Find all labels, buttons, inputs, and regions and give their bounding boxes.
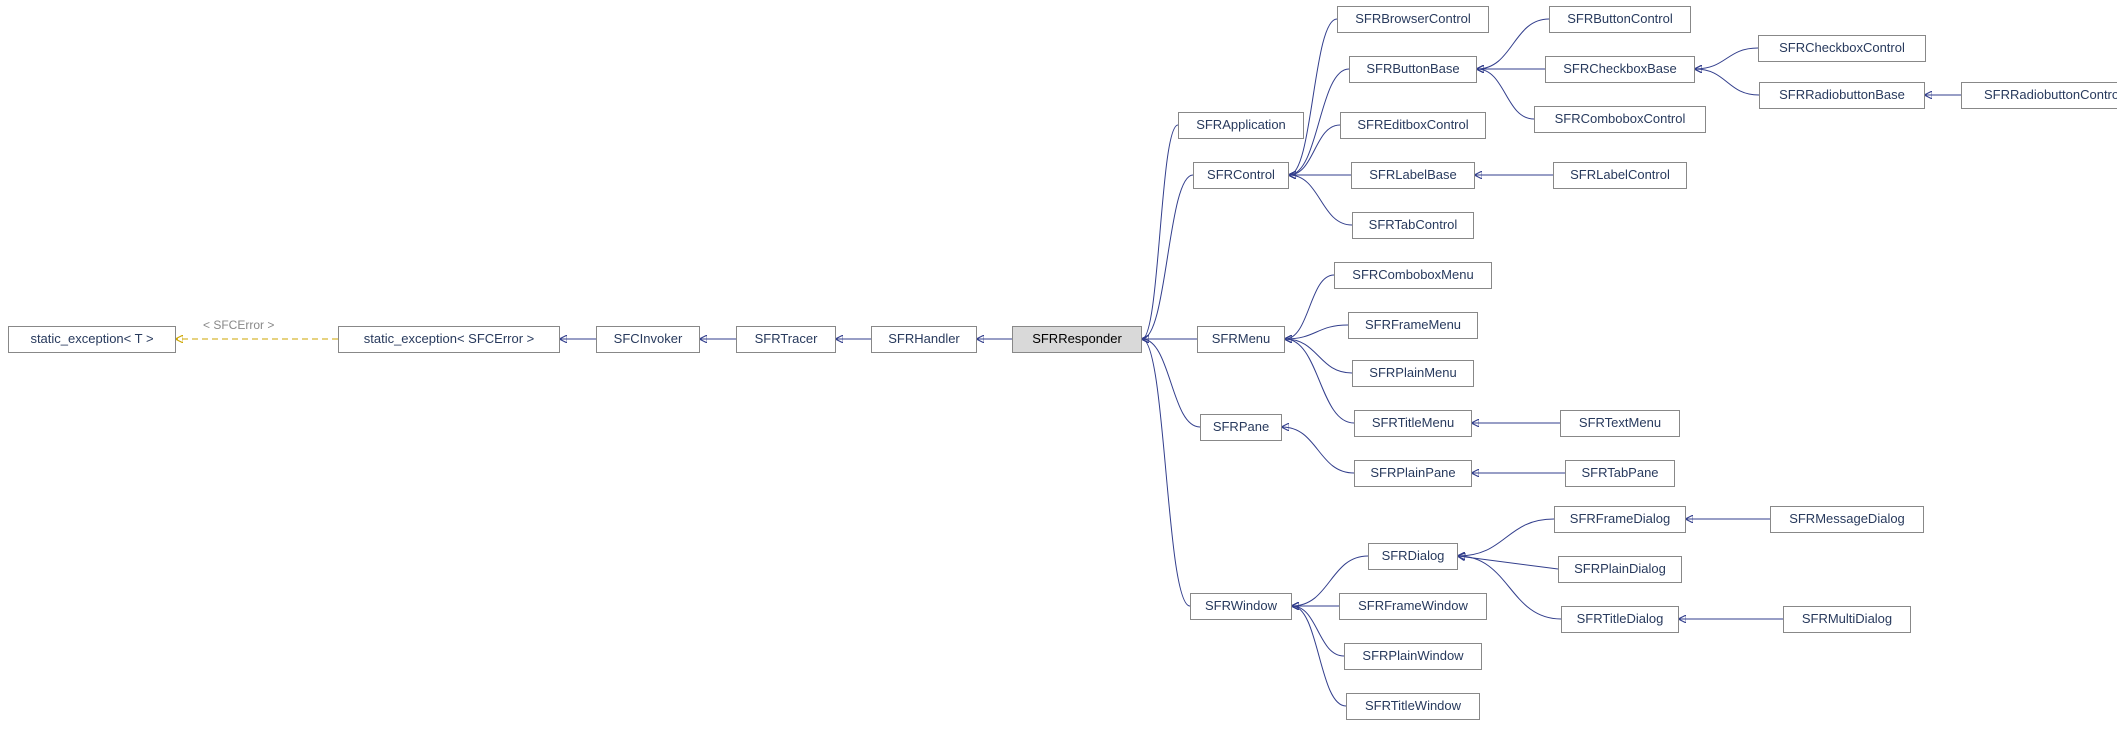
- node-SFRLabelBase[interactable]: SFRLabelBase: [1351, 162, 1475, 189]
- node-SFRMultiDialog[interactable]: SFRMultiDialog: [1783, 606, 1911, 633]
- node-SFRPlainMenu[interactable]: SFRPlainMenu: [1352, 360, 1474, 387]
- node-SFRResponder: SFRResponder: [1012, 326, 1142, 353]
- node-SFCInvoker[interactable]: SFCInvoker: [596, 326, 700, 353]
- node-SFRCheckboxBase[interactable]: SFRCheckboxBase: [1545, 56, 1695, 83]
- edge-SFRTitleWindow-to-SFRWindow: [1292, 606, 1346, 706]
- node-SFRCheckboxControl[interactable]: SFRCheckboxControl: [1758, 35, 1926, 62]
- edge-SFRTabControl-to-SFRControl: [1289, 175, 1352, 225]
- edge-SFRPlainPane-to-SFRPane: [1282, 427, 1354, 473]
- node-SFRFrameWindow[interactable]: SFRFrameWindow: [1339, 593, 1487, 620]
- edge-SFRFrameDialog-to-SFRDialog: [1458, 519, 1554, 556]
- node-SFRPlainDialog[interactable]: SFRPlainDialog: [1558, 556, 1682, 583]
- edge-SFRApplication-to-SFRResponder: [1142, 125, 1178, 339]
- node-SFRRadiobuttonControl[interactable]: SFRRadiobuttonControl: [1961, 82, 2117, 109]
- node-SFRWindow[interactable]: SFRWindow: [1190, 593, 1292, 620]
- node-SFRApplication[interactable]: SFRApplication: [1178, 112, 1304, 139]
- edge-SFRControl-to-SFRResponder: [1142, 175, 1193, 339]
- node-SFRTitleMenu[interactable]: SFRTitleMenu: [1354, 410, 1472, 437]
- node-SFRTitleWindow[interactable]: SFRTitleWindow: [1346, 693, 1480, 720]
- edge-SFRTitleMenu-to-SFRMenu: [1285, 339, 1354, 423]
- edge-SFRFrameMenu-to-SFRMenu: [1285, 325, 1348, 339]
- node-SFRComboboxMenu[interactable]: SFRComboboxMenu: [1334, 262, 1492, 289]
- diagram-canvas: static_exception< T > static_exception< S…: [0, 0, 2117, 731]
- node-SFRTitleDialog[interactable]: SFRTitleDialog: [1561, 606, 1679, 633]
- node-SFRControl[interactable]: SFRControl: [1193, 162, 1289, 189]
- node-SFREditboxControl[interactable]: SFREditboxControl: [1340, 112, 1486, 139]
- node-SFRPlainWindow[interactable]: SFRPlainWindow: [1344, 643, 1482, 670]
- node-SFRButtonControl[interactable]: SFRButtonControl: [1549, 6, 1691, 33]
- node-SFRMenu[interactable]: SFRMenu: [1197, 326, 1285, 353]
- node-SFRBrowserControl[interactable]: SFRBrowserControl: [1337, 6, 1489, 33]
- edge-label-template_param: < SFCError >: [203, 318, 274, 332]
- edge-SFRBrowserControl-to-SFRControl: [1289, 19, 1337, 175]
- node-SFRTabPane[interactable]: SFRTabPane: [1565, 460, 1675, 487]
- edge-SFRPane-to-SFRResponder: [1142, 339, 1200, 427]
- node-SFRTabControl[interactable]: SFRTabControl: [1352, 212, 1474, 239]
- edge-SFRWindow-to-SFRResponder: [1142, 339, 1190, 606]
- node-SFRComboboxControl[interactable]: SFRComboboxControl: [1534, 106, 1706, 133]
- edge-SFRPlainDialog-to-SFRDialog: [1458, 556, 1558, 569]
- node-SFRPlainPane[interactable]: SFRPlainPane: [1354, 460, 1472, 487]
- node-SFRFrameMenu[interactable]: SFRFrameMenu: [1348, 312, 1478, 339]
- node-SFRDialog[interactable]: SFRDialog: [1368, 543, 1458, 570]
- edge-SFRComboboxMenu-to-SFRMenu: [1285, 275, 1334, 339]
- node-SFRTextMenu[interactable]: SFRTextMenu: [1560, 410, 1680, 437]
- edge-SFRPlainWindow-to-SFRWindow: [1292, 606, 1344, 656]
- node-SFRMessageDialog[interactable]: SFRMessageDialog: [1770, 506, 1924, 533]
- edge-SFRPlainMenu-to-SFRMenu: [1285, 339, 1352, 373]
- node-SFRHandler[interactable]: SFRHandler: [871, 326, 977, 353]
- edge-SFRRadiobuttonBase-to-SFRCheckboxBase: [1695, 69, 1759, 95]
- node-static_exception_T[interactable]: static_exception< T >: [8, 326, 176, 353]
- node-SFRFrameDialog[interactable]: SFRFrameDialog: [1554, 506, 1686, 533]
- node-SFRPane[interactable]: SFRPane: [1200, 414, 1282, 441]
- node-static_exception_SFCError[interactable]: static_exception< SFCError >: [338, 326, 560, 353]
- node-SFRLabelControl[interactable]: SFRLabelControl: [1553, 162, 1687, 189]
- edge-SFRCheckboxControl-to-SFRCheckboxBase: [1695, 48, 1758, 69]
- node-SFRButtonBase[interactable]: SFRButtonBase: [1349, 56, 1477, 83]
- node-SFRTracer[interactable]: SFRTracer: [736, 326, 836, 353]
- node-SFRRadiobuttonBase[interactable]: SFRRadiobuttonBase: [1759, 82, 1925, 109]
